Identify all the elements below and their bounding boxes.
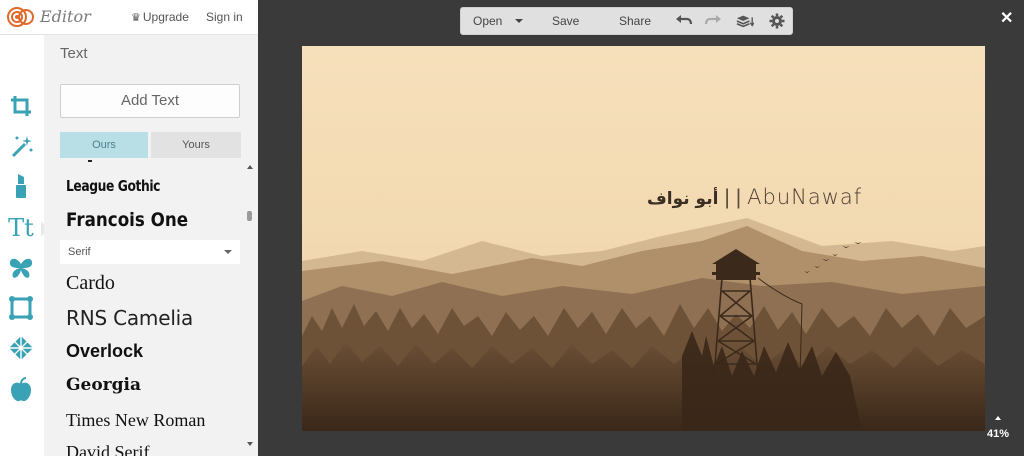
frame-icon — [9, 296, 33, 320]
text-tool[interactable]: Tt — [6, 213, 36, 243]
textures-tool[interactable] — [6, 333, 36, 363]
effects-tool[interactable] — [6, 131, 36, 161]
upgrade-link[interactable]: ♛ Upgrade — [131, 10, 189, 24]
layers-icon[interactable] — [736, 13, 754, 29]
gear-icon[interactable] — [768, 13, 786, 29]
scrollbar-thumb[interactable] — [247, 211, 252, 221]
butterfly-icon — [9, 258, 33, 278]
panel-title: Text — [60, 45, 88, 62]
font-item-times-new-roman[interactable]: Times New Roman — [66, 410, 205, 431]
font-tabs: Ours Yours — [60, 132, 241, 158]
close-icon[interactable]: ✕ — [1000, 8, 1013, 28]
main-toolbar: Open Save Share — [460, 7, 793, 35]
brand-text[interactable]: Editor — [40, 7, 91, 26]
tab-ours[interactable]: Ours — [60, 132, 148, 158]
crown-icon: ♛ — [131, 12, 141, 24]
texture-icon — [9, 336, 33, 360]
text-icon: Tt — [8, 214, 34, 242]
category-label: Serif — [68, 246, 91, 258]
scroll-down-arrow[interactable] — [247, 442, 253, 446]
open-button[interactable]: Open — [473, 14, 502, 28]
photo-canvas[interactable]: أبو نواف | | AbuNawaf — [302, 46, 985, 431]
add-text-button[interactable]: Add Text — [60, 84, 240, 118]
text-separator: | | — [724, 186, 742, 209]
font-category-select[interactable]: Serif — [60, 240, 240, 264]
zoom-up-arrow[interactable] — [995, 416, 1001, 420]
themes-tool[interactable] — [6, 375, 36, 405]
left-panel: Editor ♛ Upgrade Sign in Tt Text Add Tex… — [0, 0, 258, 456]
redo-icon[interactable] — [704, 13, 722, 29]
scroll-up-arrow[interactable] — [247, 165, 253, 169]
font-item-francois-one[interactable]: Francois One — [66, 209, 188, 231]
save-button[interactable]: Save — [552, 14, 579, 28]
tool-strip: Tt — [0, 35, 42, 456]
partial-item-mark — [88, 160, 92, 162]
english-text: AbuNawaf — [747, 185, 863, 209]
sign-in-link[interactable]: Sign in — [206, 10, 243, 24]
frames-tool[interactable] — [6, 293, 36, 323]
arabic-text: أبو نواف — [647, 189, 719, 209]
chevron-down-icon — [224, 250, 232, 254]
top-bar: Editor ♛ Upgrade Sign in — [0, 0, 258, 35]
crop-icon — [11, 96, 31, 116]
upgrade-label: Upgrade — [142, 10, 189, 24]
font-item-league-gothic[interactable]: League Gothic — [66, 177, 160, 195]
logo-icon[interactable] — [6, 6, 36, 28]
tab-yours[interactable]: Yours — [151, 132, 241, 158]
overlays-tool[interactable] — [6, 253, 36, 283]
touch-up-tool[interactable] — [6, 171, 36, 201]
font-item-rns-camelia[interactable]: RNS Camelia — [66, 306, 193, 330]
open-dropdown-icon[interactable] — [515, 19, 523, 23]
font-item-cardo[interactable]: Cardo — [66, 272, 115, 295]
lipstick-icon — [16, 174, 26, 198]
canvas-text-overlay[interactable]: أبو نواف | | AbuNawaf — [647, 185, 862, 210]
magic-wand-icon — [11, 136, 33, 158]
landscape-image — [302, 46, 985, 431]
zoom-level[interactable]: 41% — [987, 428, 1009, 440]
font-item-david-serif[interactable]: David Serif — [66, 442, 149, 456]
font-item-overlock[interactable]: Overlock — [66, 341, 143, 362]
apple-icon — [11, 377, 31, 402]
font-item-georgia[interactable]: Georgia — [66, 375, 141, 395]
text-panel: Text Add Text Ours Yours League Gothic F… — [44, 35, 258, 456]
undo-icon[interactable] — [675, 13, 693, 29]
share-button[interactable]: Share — [619, 14, 651, 28]
font-list: League Gothic Francois One Serif Cardo R… — [60, 160, 248, 456]
crop-tool[interactable] — [6, 91, 36, 121]
